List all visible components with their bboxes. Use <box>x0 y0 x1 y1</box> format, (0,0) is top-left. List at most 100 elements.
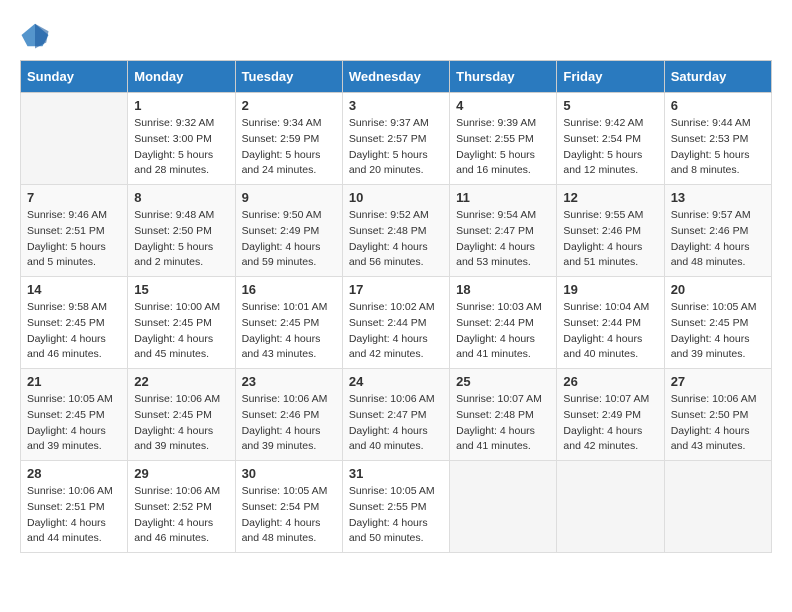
day-info: Sunrise: 9:39 AM Sunset: 2:55 PM Dayligh… <box>456 116 550 179</box>
day-info: Sunrise: 10:05 AM Sunset: 2:45 PM Daylig… <box>671 300 765 363</box>
day-info: Sunrise: 9:58 AM Sunset: 2:45 PM Dayligh… <box>27 300 121 363</box>
calendar-day-cell: 8 Sunrise: 9:48 AM Sunset: 2:50 PM Daylig… <box>128 185 235 277</box>
calendar-day-cell: 26Sunrise: 10:07 AM Sunset: 2:49 PM Dayl… <box>557 369 664 461</box>
calendar-day-cell: 1 Sunrise: 9:32 AM Sunset: 3:00 PM Daylig… <box>128 93 235 185</box>
page-header <box>20 20 772 50</box>
day-info: Sunrise: 10:05 AM Sunset: 2:55 PM Daylig… <box>349 484 443 547</box>
day-info: Sunrise: 9:57 AM Sunset: 2:46 PM Dayligh… <box>671 208 765 271</box>
calendar-day-cell: 16 Sunrise: 10:01 AM Sunset: 2:45 PM Dayl… <box>235 277 342 369</box>
calendar-day-cell: 23 Sunrise: 10:06 AM Sunset: 2:46 PM Dayl… <box>235 369 342 461</box>
day-info: Sunrise: 10:06 AM Sunset: 2:50 PM Daylig… <box>671 392 765 455</box>
day-number: 11 <box>456 190 550 205</box>
calendar-day-cell <box>450 461 557 553</box>
day-info: Sunrise: 10:06 AM Sunset: 2:52 PM Daylig… <box>134 484 228 547</box>
day-number: 24 <box>349 374 443 389</box>
day-info: Sunrise: 10:03 AM Sunset: 2:44 PM Daylig… <box>456 300 550 363</box>
day-number: 29 <box>134 466 228 481</box>
weekday-header: Thursday <box>450 61 557 93</box>
calendar-week-row: 14 Sunrise: 9:58 AM Sunset: 2:45 PM Dayli… <box>21 277 772 369</box>
calendar-day-cell: 5 Sunrise: 9:42 AM Sunset: 2:54 PM Daylig… <box>557 93 664 185</box>
calendar-day-cell: 31 Sunrise: 10:05 AM Sunset: 2:55 PM Dayl… <box>342 461 449 553</box>
calendar-day-cell: 10Sunrise: 9:52 AM Sunset: 2:48 PM Dayli… <box>342 185 449 277</box>
day-info: Sunrise: 9:54 AM Sunset: 2:47 PM Dayligh… <box>456 208 550 271</box>
day-number: 31 <box>349 466 443 481</box>
calendar-day-cell: 29 Sunrise: 10:06 AM Sunset: 2:52 PM Dayl… <box>128 461 235 553</box>
calendar-week-row: 21Sunrise: 10:05 AM Sunset: 2:45 PM Dayl… <box>21 369 772 461</box>
day-info: Sunrise: 10:05 AM Sunset: 2:54 PM Daylig… <box>242 484 336 547</box>
calendar-day-cell: 24 Sunrise: 10:06 AM Sunset: 2:47 PM Dayl… <box>342 369 449 461</box>
day-number: 14 <box>27 282 121 297</box>
day-number: 30 <box>242 466 336 481</box>
day-number: 7 <box>27 190 121 205</box>
day-number: 6 <box>671 98 765 113</box>
day-number: 23 <box>242 374 336 389</box>
day-info: Sunrise: 10:01 AM Sunset: 2:45 PM Daylig… <box>242 300 336 363</box>
weekday-header: Friday <box>557 61 664 93</box>
calendar-week-row: 1 Sunrise: 9:32 AM Sunset: 3:00 PM Daylig… <box>21 93 772 185</box>
day-number: 25 <box>456 374 550 389</box>
calendar-day-cell: 18 Sunrise: 10:03 AM Sunset: 2:44 PM Dayl… <box>450 277 557 369</box>
calendar-day-cell: 7 Sunrise: 9:46 AM Sunset: 2:51 PM Daylig… <box>21 185 128 277</box>
calendar-day-cell: 13 Sunrise: 9:57 AM Sunset: 2:46 PM Dayli… <box>664 185 771 277</box>
day-number: 26 <box>563 374 657 389</box>
day-number: 16 <box>242 282 336 297</box>
calendar-day-cell: 28 Sunrise: 10:06 AM Sunset: 2:51 PM Dayl… <box>21 461 128 553</box>
weekday-header: Tuesday <box>235 61 342 93</box>
calendar-week-row: 7 Sunrise: 9:46 AM Sunset: 2:51 PM Daylig… <box>21 185 772 277</box>
calendar-day-cell: 9Sunrise: 9:50 AM Sunset: 2:49 PM Daylig… <box>235 185 342 277</box>
day-number: 15 <box>134 282 228 297</box>
logo-icon <box>20 20 50 50</box>
calendar-body: 1 Sunrise: 9:32 AM Sunset: 3:00 PM Daylig… <box>21 93 772 553</box>
weekday-header: Saturday <box>664 61 771 93</box>
day-info: Sunrise: 9:52 AM Sunset: 2:48 PM Dayligh… <box>349 208 443 271</box>
calendar-day-cell: 20Sunrise: 10:05 AM Sunset: 2:45 PM Dayl… <box>664 277 771 369</box>
day-info: Sunrise: 10:07 AM Sunset: 2:48 PM Daylig… <box>456 392 550 455</box>
calendar-header: SundayMondayTuesdayWednesdayThursdayFrid… <box>21 61 772 93</box>
day-info: Sunrise: 10:06 AM Sunset: 2:51 PM Daylig… <box>27 484 121 547</box>
calendar-day-cell: 14 Sunrise: 9:58 AM Sunset: 2:45 PM Dayli… <box>21 277 128 369</box>
day-info: Sunrise: 10:02 AM Sunset: 2:44 PM Daylig… <box>349 300 443 363</box>
day-number: 9 <box>242 190 336 205</box>
day-info: Sunrise: 9:32 AM Sunset: 3:00 PM Dayligh… <box>134 116 228 179</box>
day-number: 4 <box>456 98 550 113</box>
logo <box>20 20 52 50</box>
day-info: Sunrise: 10:06 AM Sunset: 2:45 PM Daylig… <box>134 392 228 455</box>
day-info: Sunrise: 10:06 AM Sunset: 2:47 PM Daylig… <box>349 392 443 455</box>
calendar-day-cell <box>664 461 771 553</box>
day-number: 3 <box>349 98 443 113</box>
calendar-day-cell: 17 Sunrise: 10:02 AM Sunset: 2:44 PM Dayl… <box>342 277 449 369</box>
day-number: 12 <box>563 190 657 205</box>
day-number: 5 <box>563 98 657 113</box>
calendar-day-cell: 3Sunrise: 9:37 AM Sunset: 2:57 PM Daylig… <box>342 93 449 185</box>
day-info: Sunrise: 9:46 AM Sunset: 2:51 PM Dayligh… <box>27 208 121 271</box>
day-info: Sunrise: 9:42 AM Sunset: 2:54 PM Dayligh… <box>563 116 657 179</box>
calendar-day-cell: 12Sunrise: 9:55 AM Sunset: 2:46 PM Dayli… <box>557 185 664 277</box>
weekday-header: Wednesday <box>342 61 449 93</box>
calendar-day-cell: 15Sunrise: 10:00 AM Sunset: 2:45 PM Dayl… <box>128 277 235 369</box>
calendar-day-cell: 6 Sunrise: 9:44 AM Sunset: 2:53 PM Daylig… <box>664 93 771 185</box>
day-number: 28 <box>27 466 121 481</box>
calendar-week-row: 28 Sunrise: 10:06 AM Sunset: 2:51 PM Dayl… <box>21 461 772 553</box>
calendar-table: SundayMondayTuesdayWednesdayThursdayFrid… <box>20 60 772 553</box>
calendar-day-cell: 30 Sunrise: 10:05 AM Sunset: 2:54 PM Dayl… <box>235 461 342 553</box>
day-info: Sunrise: 9:44 AM Sunset: 2:53 PM Dayligh… <box>671 116 765 179</box>
day-info: Sunrise: 10:05 AM Sunset: 2:45 PM Daylig… <box>27 392 121 455</box>
day-info: Sunrise: 9:48 AM Sunset: 2:50 PM Dayligh… <box>134 208 228 271</box>
day-number: 1 <box>134 98 228 113</box>
calendar-day-cell <box>557 461 664 553</box>
day-number: 13 <box>671 190 765 205</box>
header-row: SundayMondayTuesdayWednesdayThursdayFrid… <box>21 61 772 93</box>
calendar-day-cell: 4 Sunrise: 9:39 AM Sunset: 2:55 PM Daylig… <box>450 93 557 185</box>
day-number: 8 <box>134 190 228 205</box>
day-info: Sunrise: 10:04 AM Sunset: 2:44 PM Daylig… <box>563 300 657 363</box>
calendar-day-cell: 21Sunrise: 10:05 AM Sunset: 2:45 PM Dayl… <box>21 369 128 461</box>
calendar-day-cell: 27Sunrise: 10:06 AM Sunset: 2:50 PM Dayl… <box>664 369 771 461</box>
day-number: 17 <box>349 282 443 297</box>
day-number: 18 <box>456 282 550 297</box>
calendar-day-cell: 22Sunrise: 10:06 AM Sunset: 2:45 PM Dayl… <box>128 369 235 461</box>
day-info: Sunrise: 10:06 AM Sunset: 2:46 PM Daylig… <box>242 392 336 455</box>
weekday-header: Sunday <box>21 61 128 93</box>
weekday-header: Monday <box>128 61 235 93</box>
calendar-day-cell <box>21 93 128 185</box>
calendar-day-cell: 2Sunrise: 9:34 AM Sunset: 2:59 PM Daylig… <box>235 93 342 185</box>
